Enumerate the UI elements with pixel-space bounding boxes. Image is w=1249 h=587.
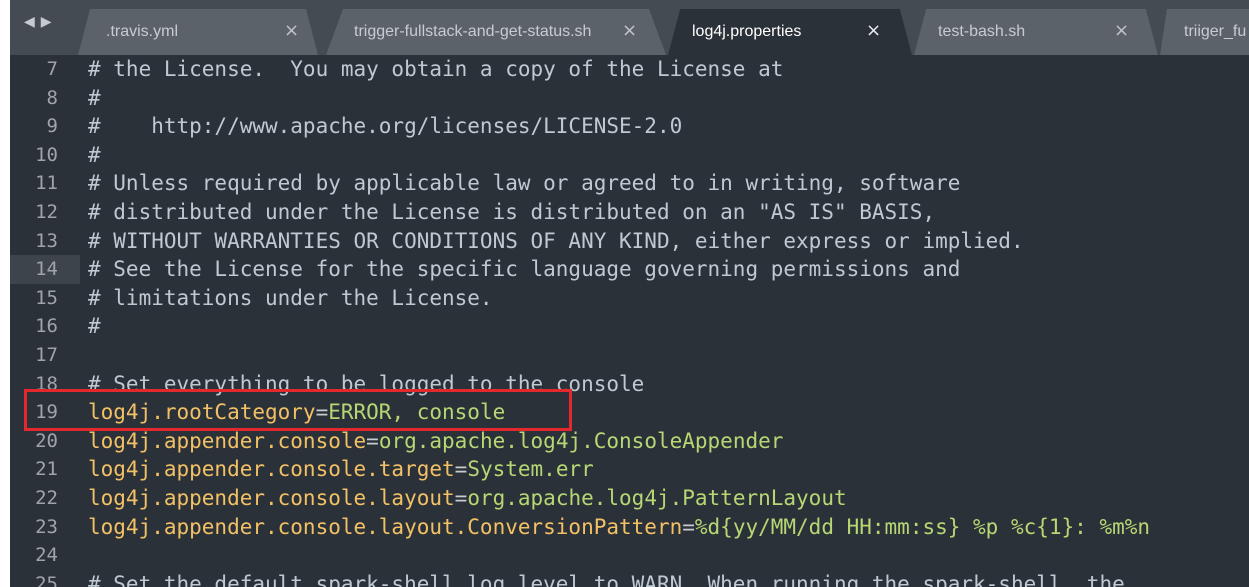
close-icon[interactable]: × (622, 20, 637, 41)
line-text: log4j.appender.console=org.apache.log4j.… (88, 427, 783, 456)
line-text: log4j.appender.console.layout.Conversion… (88, 513, 1150, 542)
code-editor[interactable]: 7 # the License. You may obtain a copy o… (10, 55, 1249, 587)
code-line: 22 log4j.appender.console.layout=org.apa… (10, 484, 1249, 513)
tab-label: test-bash.sh (938, 23, 1026, 40)
line-number: 16 (35, 315, 58, 338)
tab-trigger-fullstack[interactable]: trigger-fullstack-and-get-status.sh × (326, 9, 666, 55)
property-value: %d{yy/MM/dd HH:mm:ss} %p %c{1}: %m%n (694, 514, 1151, 539)
line-number: 24 (35, 544, 58, 567)
line-number: 20 (35, 429, 58, 452)
line-number: 7 (46, 58, 58, 80)
line-number: 23 (35, 515, 58, 538)
code-line: 13 # WITHOUT WARRANTIES OR CONDITIONS OF… (10, 227, 1249, 256)
code-line: 11 # Unless required by applicable law o… (10, 169, 1249, 198)
line-text: log4j.appender.console.target=System.err (88, 455, 594, 484)
line-number: 9 (46, 115, 58, 138)
equals-sign: = (366, 428, 379, 453)
code-line: 9 # http://www.apache.org/licenses/LICEN… (10, 112, 1249, 141)
code-line: 12 # distributed under the License is di… (10, 198, 1249, 227)
close-icon[interactable]: × (866, 20, 881, 41)
tab-label: triiger_fu (1184, 23, 1247, 40)
code-line: 15 # limitations under the License. (10, 284, 1249, 313)
line-number: 8 (46, 86, 58, 109)
line-number: 11 (35, 172, 58, 195)
code-line: 8 # (10, 84, 1249, 113)
editor-window: ◀ ▶ .travis.yml × trigger-fullstack-and-… (10, 0, 1249, 587)
property-value: org.apache.log4j.ConsoleAppender (378, 428, 784, 453)
line-number: 13 (35, 229, 58, 252)
line-number: 15 (35, 286, 58, 309)
tab-triiger[interactable]: triiger_fu (1160, 9, 1249, 55)
code-line: 23 log4j.appender.console.layout.Convers… (10, 513, 1249, 542)
code-line: 16 # (10, 312, 1249, 341)
line-text: # (88, 142, 101, 167)
code-line: 7 # the License. You may obtain a copy o… (10, 55, 1249, 84)
property-key: log4j.appender.console.layout (88, 485, 455, 510)
line-number: 12 (35, 200, 58, 223)
line-text: # WITHOUT WARRANTIES OR CONDITIONS OF AN… (88, 228, 1024, 253)
line-text: # See the License for the specific langu… (88, 257, 961, 282)
code-line: 21 log4j.appender.console.target=System.… (10, 455, 1249, 484)
tab-test-bash[interactable]: test-bash.sh × (914, 9, 1158, 55)
line-number: 21 (35, 458, 58, 481)
tab-nav-arrows: ◀ ▶ (24, 14, 52, 30)
code-line: 24 (10, 541, 1249, 570)
line-text: # the License. You may obtain a copy of … (88, 57, 784, 81)
code-line: 10 # (10, 141, 1249, 170)
tab-travis-yml[interactable]: .travis.yml × (78, 9, 318, 55)
property-value: System.err (467, 457, 594, 482)
property-key: log4j.appender.console.target (88, 457, 455, 482)
annotation-highlight-box (24, 389, 572, 431)
tab-label: trigger-fullstack-and-get-status.sh (354, 23, 592, 40)
property-value: org.apache.log4j.PatternLayout (467, 485, 847, 510)
line-text: # http://www.apache.org/licenses/LICENSE… (88, 114, 683, 139)
tab-bar: ◀ ▶ .travis.yml × trigger-fullstack-and-… (10, 0, 1249, 55)
code-line: 25 # Set the default spark-shell log lev… (10, 570, 1249, 587)
line-text: # Unless required by applicable law or a… (88, 171, 961, 196)
property-key: log4j.appender.console (88, 428, 367, 453)
line-number: 22 (35, 486, 58, 509)
line-text: log4j.appender.console.layout=org.apache… (88, 484, 847, 513)
tab-label: log4j.properties (692, 23, 802, 40)
chevron-left-icon[interactable]: ◀ (24, 14, 35, 30)
line-number: 10 (35, 143, 58, 166)
chevron-right-icon[interactable]: ▶ (41, 14, 52, 30)
code-line: 17 (10, 341, 1249, 370)
close-icon[interactable]: × (284, 20, 299, 41)
line-text: # (88, 314, 101, 339)
line-number: 14 (10, 255, 80, 284)
code-line: 20 log4j.appender.console=org.apache.log… (10, 427, 1249, 456)
line-number: 17 (35, 343, 58, 366)
tab-log4j-properties[interactable]: log4j.properties × (668, 9, 912, 55)
equals-sign: = (682, 514, 695, 539)
line-text: # (88, 85, 101, 110)
line-text: # Set the default spark-shell log level … (88, 571, 1125, 587)
property-key: log4j.appender.console.layout.Conversion… (88, 514, 683, 539)
tab-label: .travis.yml (106, 23, 178, 40)
line-text: # distributed under the License is distr… (88, 199, 936, 224)
close-icon[interactable]: × (1114, 20, 1129, 41)
line-text: # limitations under the License. (88, 285, 493, 310)
equals-sign: = (454, 457, 468, 482)
code-line-current: 14 # See the License for the specific la… (10, 255, 1249, 284)
line-number: 25 (35, 572, 58, 587)
equals-sign: = (454, 485, 468, 510)
